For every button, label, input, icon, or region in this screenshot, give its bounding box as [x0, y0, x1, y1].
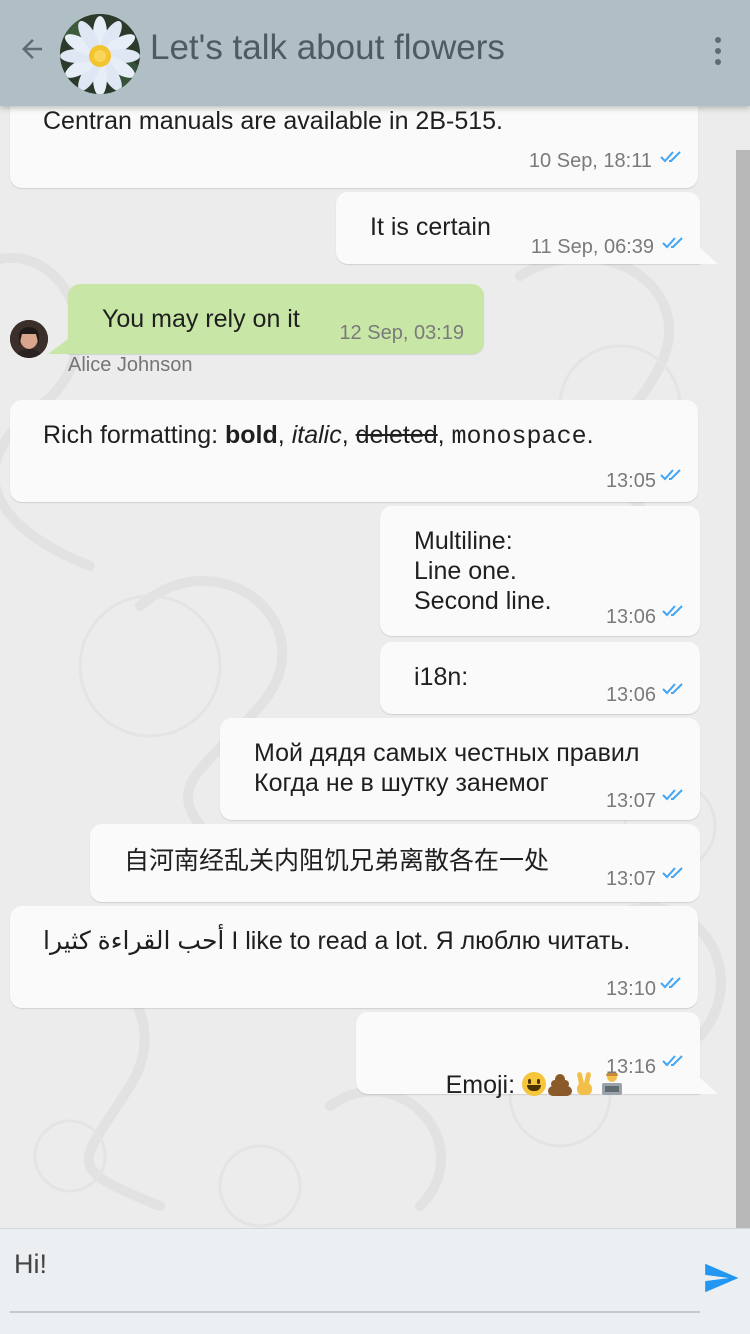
group-avatar[interactable]	[60, 14, 140, 94]
user-photo-icon	[10, 320, 48, 358]
message-time: 11 Sep, 06:39	[530, 236, 654, 258]
message-text: You may rely on it	[102, 305, 300, 333]
read-receipt-icon	[660, 151, 681, 163]
message-bubble[interactable]: Мой дядя самых честных правил Когда не в…	[220, 718, 700, 820]
app-bar: Let's talk about flowers	[0, 0, 750, 106]
emoji-label: Emoji:	[445, 1071, 522, 1099]
read-receipt-icon	[660, 469, 681, 481]
message-bubble[interactable]: It is certain 11 Sep, 06:39	[336, 192, 700, 264]
message-text: أحب القراءة كثيرا I like to read a lot. …	[43, 927, 631, 955]
message-time: 12 Sep, 03:19	[339, 322, 464, 344]
message-text: Multiline: Line one. Second line.	[414, 527, 552, 615]
message-text: Rich formatting: bold, italic, deleted, …	[43, 420, 594, 452]
read-receipt-icon	[660, 977, 681, 989]
message-time: 13:16	[605, 1056, 656, 1078]
message-text: Emoji:	[390, 1040, 624, 1130]
message-text: 自河南经乱关内阻饥兄弟离散各在一处	[124, 847, 550, 875]
back-button[interactable]	[16, 33, 48, 65]
message-bubble[interactable]: 自河南经乱关内阻饥兄弟离散各在一处 13:07	[90, 824, 700, 902]
message-time: 13:07	[605, 790, 656, 812]
text-plain: ,	[437, 421, 452, 449]
read-receipt-icon	[662, 237, 683, 249]
message-bubble[interactable]: Emoji: 13:16	[356, 1012, 700, 1099]
text-plain: ,	[341, 421, 356, 449]
text-deleted: deleted	[355, 421, 438, 449]
message-time: 13:05	[605, 470, 656, 492]
input-underline	[10, 1311, 700, 1313]
message-input[interactable]: Hi!	[14, 1249, 47, 1280]
message-text: Centran manuals are available in 2B-515.	[43, 107, 503, 135]
read-receipt-icon	[662, 683, 683, 695]
message-time: 13:06	[605, 606, 656, 628]
read-receipt-icon	[662, 789, 683, 801]
message-bubble[interactable]: Centran manuals are available in 2B-515.…	[10, 106, 698, 188]
message-text: i18n:	[414, 663, 469, 691]
send-button[interactable]	[702, 1259, 740, 1297]
text-plain: Rich formatting:	[43, 421, 226, 449]
emoji-poop-icon	[547, 1074, 572, 1096]
more-vert-icon	[715, 37, 721, 43]
bubble-tail	[698, 1076, 718, 1094]
text-plain: .	[586, 421, 594, 449]
text-plain: ,	[277, 421, 292, 449]
message-time: 13:07	[605, 868, 656, 890]
sender-name: Alice Johnson	[68, 354, 193, 376]
text-monospace: monospace	[451, 422, 587, 451]
message-bubble[interactable]: Rich formatting: bold, italic, deleted, …	[10, 400, 698, 502]
message-bubble[interactable]: i18n: 13:06	[380, 642, 700, 714]
message-bubble[interactable]: أحب القراءة كثيرا I like to read a lot. …	[10, 906, 698, 1008]
text-bold: bold	[225, 421, 278, 449]
more-vert-dot	[715, 59, 721, 65]
text-italic: italic	[291, 421, 342, 449]
chat-title[interactable]: Let's talk about flowers	[150, 28, 505, 68]
arrow-back-icon	[22, 39, 42, 59]
scrollbar[interactable]	[736, 150, 750, 1228]
message-composer: Hi!	[0, 1228, 750, 1334]
read-receipt-icon	[662, 867, 683, 879]
message-bubble[interactable]: You may rely on it 12 Sep, 03:19	[68, 284, 484, 354]
sender-avatar[interactable]	[10, 320, 48, 358]
message-time: 13:06	[605, 684, 656, 706]
emoji-smile-icon	[521, 1072, 546, 1096]
chat-screen: Let's talk about flowers Centran manuals…	[0, 0, 750, 1334]
message-bubble[interactable]: Multiline: Line one. Second line. 13:06	[380, 506, 700, 636]
more-vert-dot	[715, 48, 721, 54]
message-list[interactable]: Centran manuals are available in 2B-515.…	[0, 106, 750, 1228]
message-text: Мой дядя самых честных правил Когда не в…	[254, 739, 640, 797]
overflow-menu-button[interactable]	[706, 33, 730, 69]
message-time: 10 Sep, 18:11	[528, 150, 652, 172]
message-time: 13:10	[605, 978, 656, 1000]
read-receipt-icon	[662, 605, 683, 617]
read-receipt-icon	[662, 1055, 683, 1067]
bubble-tail	[698, 246, 718, 264]
emoji-victory-hand-icon	[574, 1071, 596, 1096]
send-icon	[705, 1263, 739, 1293]
lotus-flower-icon	[60, 14, 140, 94]
message-text: It is certain	[370, 213, 491, 241]
